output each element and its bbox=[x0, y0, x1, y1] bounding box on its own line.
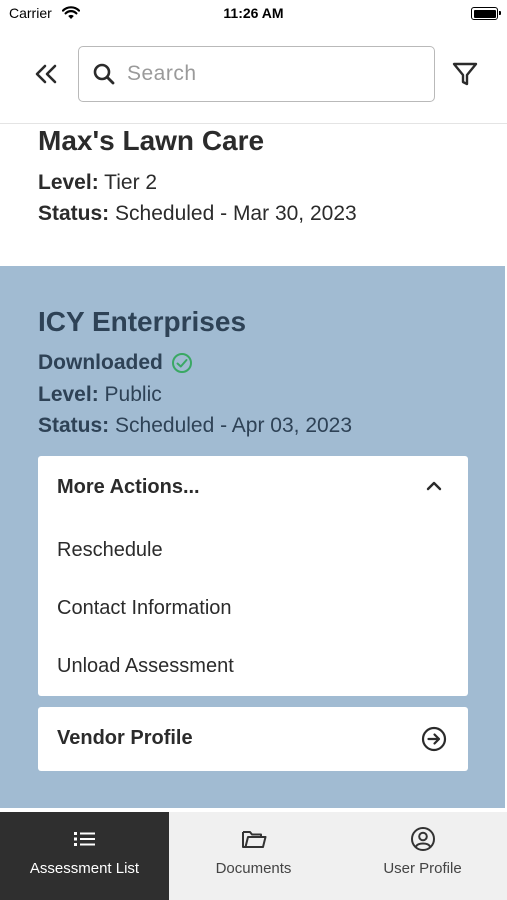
tab-assessment-list[interactable]: Assessment List bbox=[0, 812, 169, 900]
vendor-profile-label: Vendor Profile bbox=[57, 727, 193, 749]
search-icon bbox=[92, 62, 116, 91]
arrow-right-circle-icon bbox=[421, 726, 447, 752]
search-box[interactable] bbox=[78, 46, 435, 102]
tab-user-profile[interactable]: User Profile bbox=[338, 812, 507, 900]
check-circle-icon bbox=[171, 353, 192, 373]
clock-time: 11:26 AM bbox=[223, 5, 284, 21]
more-actions-title: More Actions... bbox=[57, 476, 200, 498]
downloaded-label: Downloaded bbox=[38, 351, 163, 374]
list-icon bbox=[73, 826, 97, 852]
level-value: Tier 2 bbox=[104, 171, 158, 194]
search-input[interactable] bbox=[127, 60, 417, 88]
level-row: Level: Tier 2 bbox=[38, 171, 157, 195]
more-actions-panel: More Actions... Reschedule Contact Infor… bbox=[38, 456, 468, 696]
vendor-name: Max's Lawn Care bbox=[38, 125, 265, 156]
battery-icon bbox=[471, 7, 501, 20]
level-row: Level: Public bbox=[38, 383, 162, 407]
reschedule-action[interactable]: Reschedule bbox=[57, 530, 447, 570]
level-value: Public bbox=[104, 383, 162, 406]
status-bar: Carrier 11:26 AM bbox=[0, 0, 507, 28]
status-row: Status: Scheduled - Mar 30, 2023 bbox=[38, 202, 357, 226]
unload-assessment-action[interactable]: Unload Assessment bbox=[57, 646, 447, 686]
tab-label: Documents bbox=[215, 860, 292, 877]
status-label: Status: bbox=[38, 202, 110, 225]
tab-label: Assessment List bbox=[29, 860, 140, 877]
chevron-up-icon bbox=[426, 481, 442, 491]
vendor-name: ICY Enterprises bbox=[38, 306, 247, 337]
double-chevron-left-icon bbox=[35, 64, 57, 84]
user-circle-icon bbox=[410, 826, 436, 852]
back-button[interactable] bbox=[30, 58, 62, 90]
downloaded-badge: Downloaded bbox=[38, 351, 193, 375]
filter-button[interactable] bbox=[451, 60, 479, 88]
level-label: Level: bbox=[38, 383, 99, 406]
folder-icon bbox=[241, 826, 267, 852]
status-row: Status: Scheduled - Apr 03, 2023 bbox=[38, 414, 352, 438]
status-value: Scheduled - Apr 03, 2023 bbox=[115, 414, 353, 437]
filter-icon bbox=[452, 62, 478, 86]
vendor-profile-button[interactable]: Vendor Profile bbox=[38, 707, 468, 771]
level-label: Level: bbox=[38, 171, 99, 194]
assessment-card[interactable]: Max's Lawn Care Level: Tier 2 Status: Sc… bbox=[0, 125, 507, 266]
assessment-card-selected[interactable]: ICY Enterprises Downloaded Level: Public… bbox=[0, 266, 505, 808]
top-bar bbox=[0, 28, 507, 124]
status-value: Scheduled - Mar 30, 2023 bbox=[115, 202, 357, 225]
more-actions-toggle[interactable]: More Actions... bbox=[38, 456, 468, 520]
contact-information-action[interactable]: Contact Information bbox=[57, 588, 447, 628]
status-label: Status: bbox=[38, 414, 110, 437]
tab-documents[interactable]: Documents bbox=[169, 812, 338, 900]
tab-label: User Profile bbox=[383, 860, 462, 877]
tab-bar: Assessment List Documents User Profile bbox=[0, 812, 507, 900]
